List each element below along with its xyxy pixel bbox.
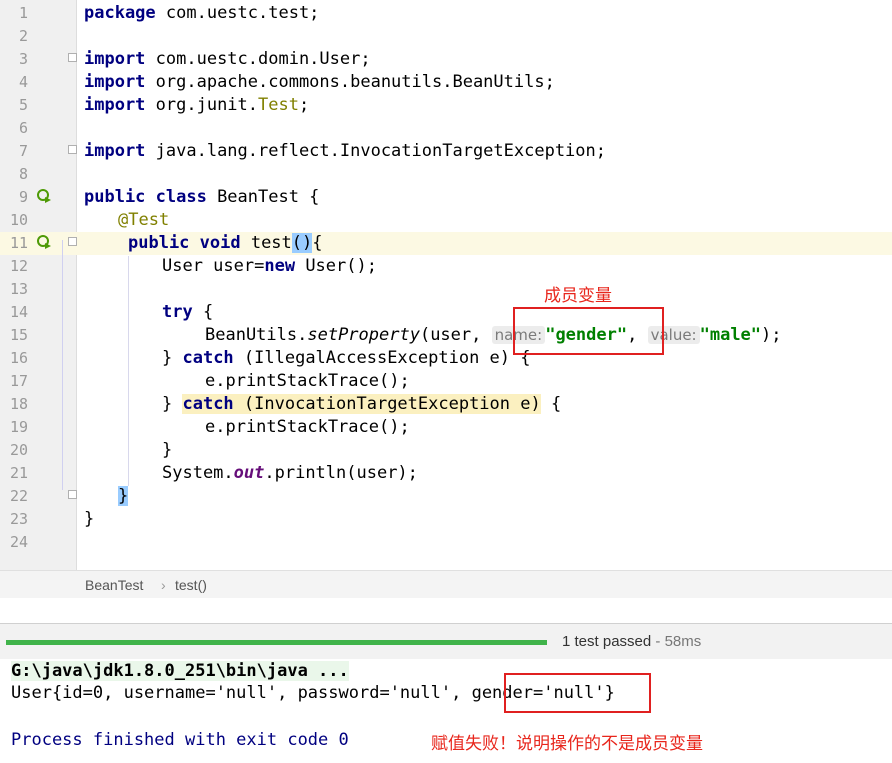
line-number: 2 xyxy=(18,27,28,45)
line-number: 9 xyxy=(18,188,28,206)
code-line-8[interactable]: 8 xyxy=(0,163,892,186)
code-line-10[interactable]: 10 @Test xyxy=(0,209,892,232)
code-text: import java.lang.reflect.InvocationTarge… xyxy=(84,141,606,161)
fold-marker-icon[interactable] xyxy=(68,490,77,499)
code-text: } catch (InvocationTargetException e) { xyxy=(162,394,562,414)
line-number: 14 xyxy=(9,303,28,321)
line-number: 3 xyxy=(18,50,28,68)
method-scope-guide xyxy=(62,240,63,490)
code-line-11[interactable]: 11 public void test(){ xyxy=(0,232,892,255)
code-line-14[interactable]: 14 try { xyxy=(0,301,892,324)
code-line-15[interactable]: 15 BeanUtils.setProperty(user, name: "gen… xyxy=(0,324,892,347)
code-text: package com.uestc.test; xyxy=(84,3,320,23)
run-test-icon[interactable] xyxy=(36,188,52,204)
test-run-bar: 1 test passed - 58ms xyxy=(0,623,892,660)
code-text: } xyxy=(118,486,129,506)
breadcrumb: BeanTest › test() xyxy=(0,570,892,600)
code-text: System.out.println(user); xyxy=(162,463,418,483)
code-text: @Test xyxy=(118,210,170,230)
code-text: public void test(){ xyxy=(128,233,323,253)
breadcrumb-class[interactable]: BeanTest xyxy=(85,577,143,593)
code-text: import org.junit.Test; xyxy=(84,95,310,115)
line-number: 11 xyxy=(9,234,28,252)
code-text: } catch (IllegalAccessException e) { xyxy=(162,348,531,368)
line-number: 10 xyxy=(9,211,28,229)
code-line-2[interactable]: 2 xyxy=(0,25,892,48)
line-number: 4 xyxy=(18,73,28,91)
code-editor[interactable]: 1 package com.uestc.test; 2 3 import com… xyxy=(0,0,892,570)
code-line-24[interactable]: 24 xyxy=(0,531,892,554)
code-line-17[interactable]: 17 e.printStackTrace(); xyxy=(0,370,892,393)
breadcrumb-method[interactable]: test() xyxy=(175,577,207,593)
line-number: 24 xyxy=(9,533,28,551)
line-number: 19 xyxy=(9,418,28,436)
line-number: 5 xyxy=(18,96,28,114)
code-text: } xyxy=(84,509,95,529)
code-line-9[interactable]: 9 public class BeanTest { xyxy=(0,186,892,209)
code-line-22[interactable]: 22 } xyxy=(0,485,892,508)
conclusion-note: 赋值失败！说明操作的不是成员变量 xyxy=(431,734,703,754)
code-text: public class BeanTest { xyxy=(84,187,320,207)
panel-gap xyxy=(0,598,892,623)
code-line-13[interactable]: 13 xyxy=(0,278,892,301)
code-line-21[interactable]: 21 System.out.println(user); xyxy=(0,462,892,485)
code-line-18[interactable]: 18 } catch (InvocationTargetException e)… xyxy=(0,393,892,416)
code-line-5[interactable]: 5 import org.junit.Test; xyxy=(0,94,892,117)
code-line-4[interactable]: 4 import org.apache.commons.beanutils.Be… xyxy=(0,71,892,94)
fold-marker-icon[interactable] xyxy=(68,145,77,154)
code-text: } xyxy=(162,440,173,460)
code-line-20[interactable]: 20 } xyxy=(0,439,892,462)
line-number: 12 xyxy=(9,257,28,275)
indent-guide xyxy=(128,256,129,486)
console-exit-line: Process finished with exit code 0 xyxy=(11,730,349,750)
code-text: e.printStackTrace(); xyxy=(205,371,410,391)
member-variable-note: 成员变量 xyxy=(544,286,612,306)
line-number: 23 xyxy=(9,510,28,528)
test-status: 1 test passed - 58ms xyxy=(562,633,702,650)
code-text: e.printStackTrace(); xyxy=(205,417,410,437)
line-number: 15 xyxy=(9,326,28,344)
line-number: 6 xyxy=(18,119,28,137)
code-text: User user=new User(); xyxy=(162,256,377,276)
code-line-16[interactable]: 16 } catch (IllegalAccessException e) { xyxy=(0,347,892,370)
code-text: BeanUtils.setProperty(user, name: "gender… xyxy=(205,325,782,345)
line-number: 22 xyxy=(9,487,28,505)
line-number: 16 xyxy=(9,349,28,367)
code-line-7[interactable]: 7 import java.lang.reflect.InvocationTar… xyxy=(0,140,892,163)
run-test-icon[interactable] xyxy=(36,234,52,250)
code-line-19[interactable]: 19 e.printStackTrace(); xyxy=(0,416,892,439)
line-number: 7 xyxy=(18,142,28,160)
code-line-1[interactable]: 1 package com.uestc.test; xyxy=(0,2,892,25)
line-number: 21 xyxy=(9,464,28,482)
line-number: 8 xyxy=(18,165,28,183)
test-progress-bar xyxy=(6,640,547,645)
console-command-line: G:\java\jdk1.8.0_251\bin\java ... xyxy=(11,661,349,681)
code-text: import org.apache.commons.beanutils.Bean… xyxy=(84,72,555,92)
code-line-23[interactable]: 23 } xyxy=(0,508,892,531)
code-line-3[interactable]: 3 import com.uestc.domin.User; xyxy=(0,48,892,71)
highlight-box-gender xyxy=(513,307,664,355)
line-number: 18 xyxy=(9,395,28,413)
line-number: 1 xyxy=(18,4,28,22)
line-number: 13 xyxy=(9,280,28,298)
line-number: 20 xyxy=(9,441,28,459)
code-line-6[interactable]: 6 xyxy=(0,117,892,140)
code-text: try { xyxy=(162,302,214,322)
code-text: import com.uestc.domin.User; xyxy=(84,49,371,69)
fold-marker-icon[interactable] xyxy=(68,237,77,246)
run-console[interactable]: G:\java\jdk1.8.0_251\bin\java ... User{i… xyxy=(0,659,892,763)
highlight-box-gender-output xyxy=(504,673,651,713)
breadcrumb-separator: › xyxy=(161,577,166,593)
fold-marker-icon[interactable] xyxy=(68,53,77,62)
line-number: 17 xyxy=(9,372,28,390)
code-line-12[interactable]: 12 User user=new User(); xyxy=(0,255,892,278)
